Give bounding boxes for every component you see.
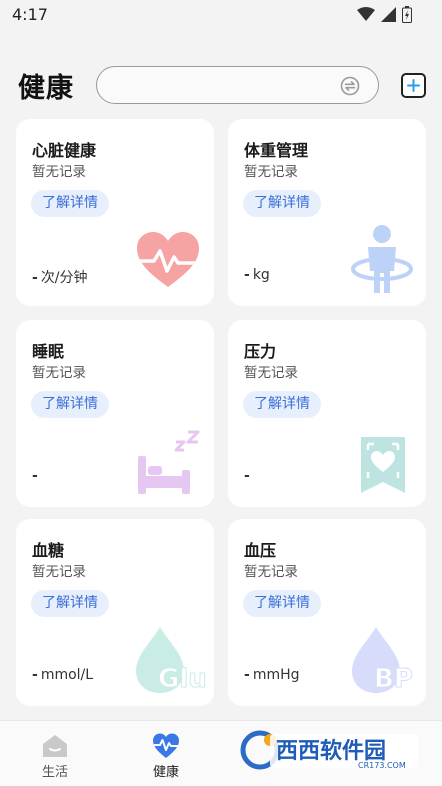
card-title: 压力: [244, 342, 277, 361]
card-title: 体重管理: [244, 141, 309, 160]
card-subtitle: 暂无记录: [32, 564, 86, 580]
heart-pulse-icon: [153, 733, 179, 758]
details-button[interactable]: 了解详情: [243, 190, 321, 217]
search-input[interactable]: [96, 66, 379, 104]
nav-item-life[interactable]: 生活: [25, 721, 85, 786]
card-value: - 次/分钟: [32, 267, 88, 287]
card-value: -: [32, 468, 41, 484]
plus-icon: [407, 79, 420, 92]
card-title: 血糖: [32, 541, 65, 560]
value-number: -: [32, 270, 38, 286]
details-button[interactable]: 了解详情: [243, 590, 321, 617]
weight-body-icon: [351, 225, 413, 293]
details-button[interactable]: 了解详情: [243, 391, 321, 418]
watermark-sub: CR173.COM: [358, 761, 406, 770]
value-unit: 次/分钟: [40, 270, 88, 286]
glu-label: Glu: [158, 664, 207, 694]
exchange-icon[interactable]: [340, 76, 360, 96]
card-value: - mmHg: [244, 667, 300, 683]
card-subtitle: 暂无记录: [32, 365, 86, 381]
page-title: 健康: [18, 73, 74, 104]
glucose-drop-icon: Glu: [136, 627, 207, 695]
heart-rate-icon: [137, 232, 204, 287]
watermark-logo: 西西软件园 CR173.COM: [240, 730, 418, 770]
value-number: -: [244, 267, 250, 283]
value-unit: mmHg: [252, 667, 300, 683]
add-button[interactable]: [401, 73, 426, 98]
signal-icon: [381, 7, 396, 22]
life-icon: [43, 735, 67, 757]
card-title: 血压: [244, 541, 277, 560]
details-button[interactable]: 了解详情: [31, 391, 109, 418]
status-icons: [357, 6, 412, 23]
nav-label: 生活: [41, 765, 68, 780]
card-stress[interactable]: 压力 暂无记录 了解详情 -: [228, 320, 426, 507]
card-value: - kg: [244, 267, 270, 283]
card-sleep[interactable]: 睡眠 暂无记录 了解详情 -: [16, 320, 214, 507]
card-subtitle: 暂无记录: [244, 564, 298, 580]
value-number: -: [244, 468, 250, 484]
blood-pressure-drop-icon: BP: [352, 627, 413, 695]
value-number: -: [32, 667, 38, 683]
battery-icon: [402, 6, 412, 23]
wifi-icon: [357, 7, 375, 21]
card-value: - mmol/L: [32, 667, 93, 683]
card-blood-glucose[interactable]: 血糖 暂无记录 了解详情 - mmol/L Glu: [16, 519, 214, 706]
card-weight-management[interactable]: 体重管理 暂无记录 了解详情 - kg: [228, 119, 426, 306]
details-button[interactable]: 了解详情: [31, 190, 109, 217]
card-title: 睡眠: [32, 342, 65, 361]
card-title: 心脏健康: [32, 141, 97, 160]
bed-sleep-icon: [138, 430, 200, 494]
details-button[interactable]: 了解详情: [31, 590, 109, 617]
value-number: -: [244, 667, 250, 683]
value-number: -: [32, 468, 38, 484]
card-value: -: [244, 468, 253, 484]
card-blood-pressure[interactable]: 血压 暂无记录 了解详情 - mmHg BP: [228, 519, 426, 706]
card-subtitle: 暂无记录: [244, 365, 298, 381]
value-unit: kg: [252, 267, 270, 283]
value-unit: mmol/L: [40, 667, 94, 683]
card-subtitle: 暂无记录: [244, 164, 298, 180]
status-bar: 4:17: [0, 0, 442, 30]
card-heart-health[interactable]: 心脏健康 暂无记录 了解详情 - 次/分钟: [16, 119, 214, 306]
nav-label: 健康: [152, 765, 179, 780]
card-subtitle: 暂无记录: [32, 164, 86, 180]
bp-label: BP: [374, 664, 413, 694]
stress-heart-frame-icon: [361, 437, 405, 493]
nav-item-health[interactable]: 健康: [136, 721, 196, 786]
status-time: 4:17: [12, 5, 48, 24]
